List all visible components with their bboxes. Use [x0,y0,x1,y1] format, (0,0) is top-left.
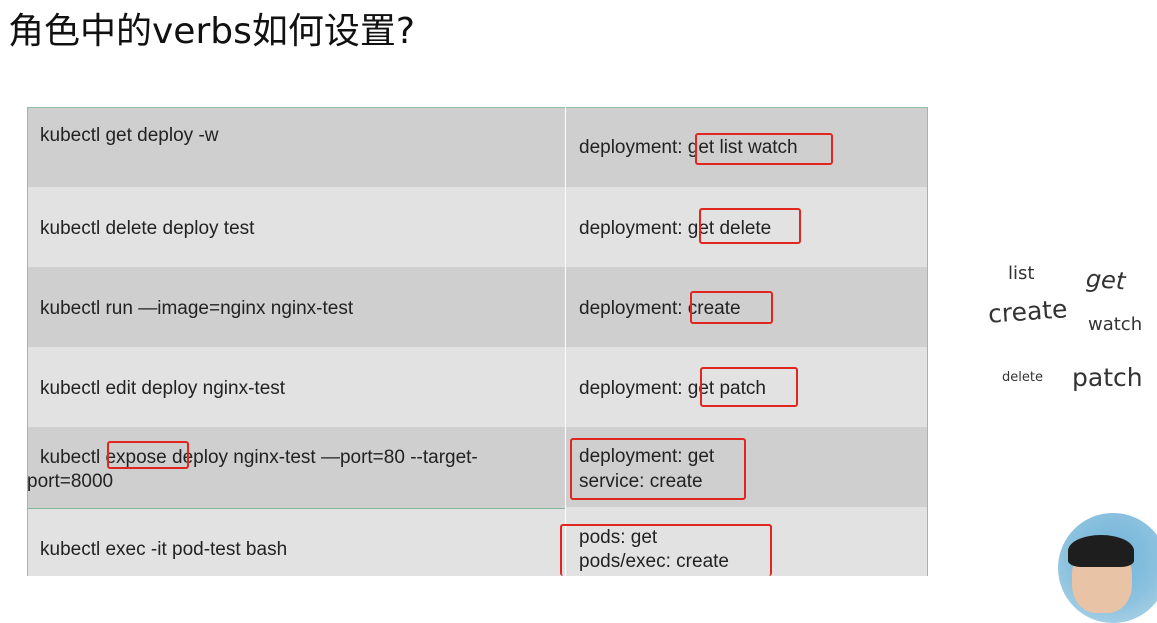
presenter-avatar [1058,513,1157,623]
highlight-box [107,441,189,469]
highlight-box [699,208,801,244]
word-list: list [1008,263,1035,284]
highlight-box [690,291,773,324]
table-border [927,107,928,576]
table-cell-command: kubectl run —image=nginx nginx-test [40,298,354,319]
word-patch: patch [1072,363,1143,392]
word-delete: delete [1002,370,1043,385]
table-cell-command: kubectl expose deploy nginx-test —port=8… [40,447,478,468]
table-border [27,107,928,108]
highlight-box [560,524,772,576]
highlight-box [570,438,746,500]
table-cell-command: kubectl get deploy -w [40,125,219,146]
presenter-hair [1068,535,1134,567]
table-cell-command: kubectl exec -it pod-test bash [40,539,288,560]
highlight-box [700,367,798,407]
word-watch: watch [1088,314,1143,335]
column-divider [565,107,566,576]
word-create: create [987,294,1069,329]
table-cell-command: kubectl edit deploy nginx-test [40,378,286,399]
highlight-box [695,133,833,165]
word-get: get [1085,264,1127,296]
table-cell-command: port=8000 [27,471,114,492]
table-border [27,107,28,576]
slide-title: 角色中的verbs如何设置? [8,11,415,52]
table-cell-command: kubectl delete deploy test [40,218,255,239]
